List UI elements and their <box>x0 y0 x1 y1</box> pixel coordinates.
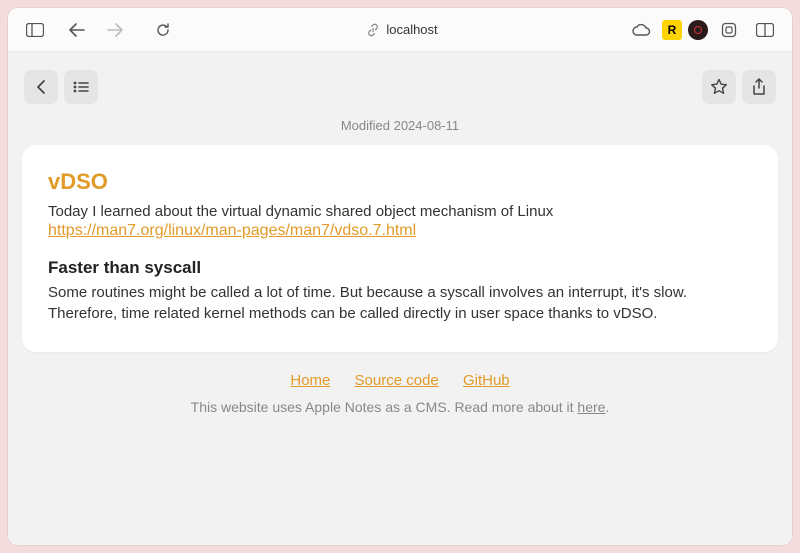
cloud-button[interactable] <box>626 15 656 45</box>
browser-window: localhost R <box>8 8 792 545</box>
note-link[interactable]: https://man7.org/linux/man-pages/man7/vd… <box>48 222 416 239</box>
footer-here-link[interactable]: here <box>577 399 605 415</box>
note-title: vDSO <box>48 169 752 195</box>
note-card: vDSO Today I learned about the virtual d… <box>22 145 778 352</box>
page-content: Modified 2024-08-11 vDSO Today I learned… <box>8 52 792 545</box>
footer-cms-prefix: This website uses Apple Notes as a CMS. … <box>191 399 578 415</box>
forward-button[interactable] <box>100 15 130 45</box>
browser-toolbar: localhost R <box>8 8 792 52</box>
share-button[interactable] <box>742 70 776 104</box>
star-button[interactable] <box>702 70 736 104</box>
badge-letter: R <box>668 23 677 37</box>
browser-nav-group <box>62 15 178 45</box>
footer-link-github[interactable]: GitHub <box>463 372 510 389</box>
footer-cms-suffix: . <box>605 399 609 415</box>
note-subtitle: Faster than syscall <box>48 258 752 278</box>
note-body: Some routines might be called a lot of t… <box>48 282 752 324</box>
note-list-button[interactable] <box>64 70 98 104</box>
sidebar-toggle-button[interactable] <box>20 15 50 45</box>
extensions-button[interactable] <box>714 15 744 45</box>
address-text: localhost <box>386 22 437 37</box>
note-toolbar <box>22 52 778 110</box>
footer-links: Home Source code GitHub <box>22 372 778 389</box>
browser-right-controls: R <box>626 15 780 45</box>
tabs-button[interactable] <box>750 15 780 45</box>
reload-button[interactable] <box>148 15 178 45</box>
extension-badge-r[interactable]: R <box>662 20 682 40</box>
modified-date: Modified 2024-08-11 <box>22 118 778 133</box>
link-icon <box>366 23 380 37</box>
footer-link-source[interactable]: Source code <box>355 372 439 389</box>
back-button[interactable] <box>62 15 92 45</box>
note-intro: Today I learned about the virtual dynami… <box>48 201 752 222</box>
footer-link-home[interactable]: Home <box>290 372 330 389</box>
note-back-button[interactable] <box>24 70 58 104</box>
address-bar[interactable]: localhost <box>178 22 626 37</box>
extension-badge-circle[interactable] <box>688 20 708 40</box>
footer-cms-text: This website uses Apple Notes as a CMS. … <box>22 399 778 415</box>
